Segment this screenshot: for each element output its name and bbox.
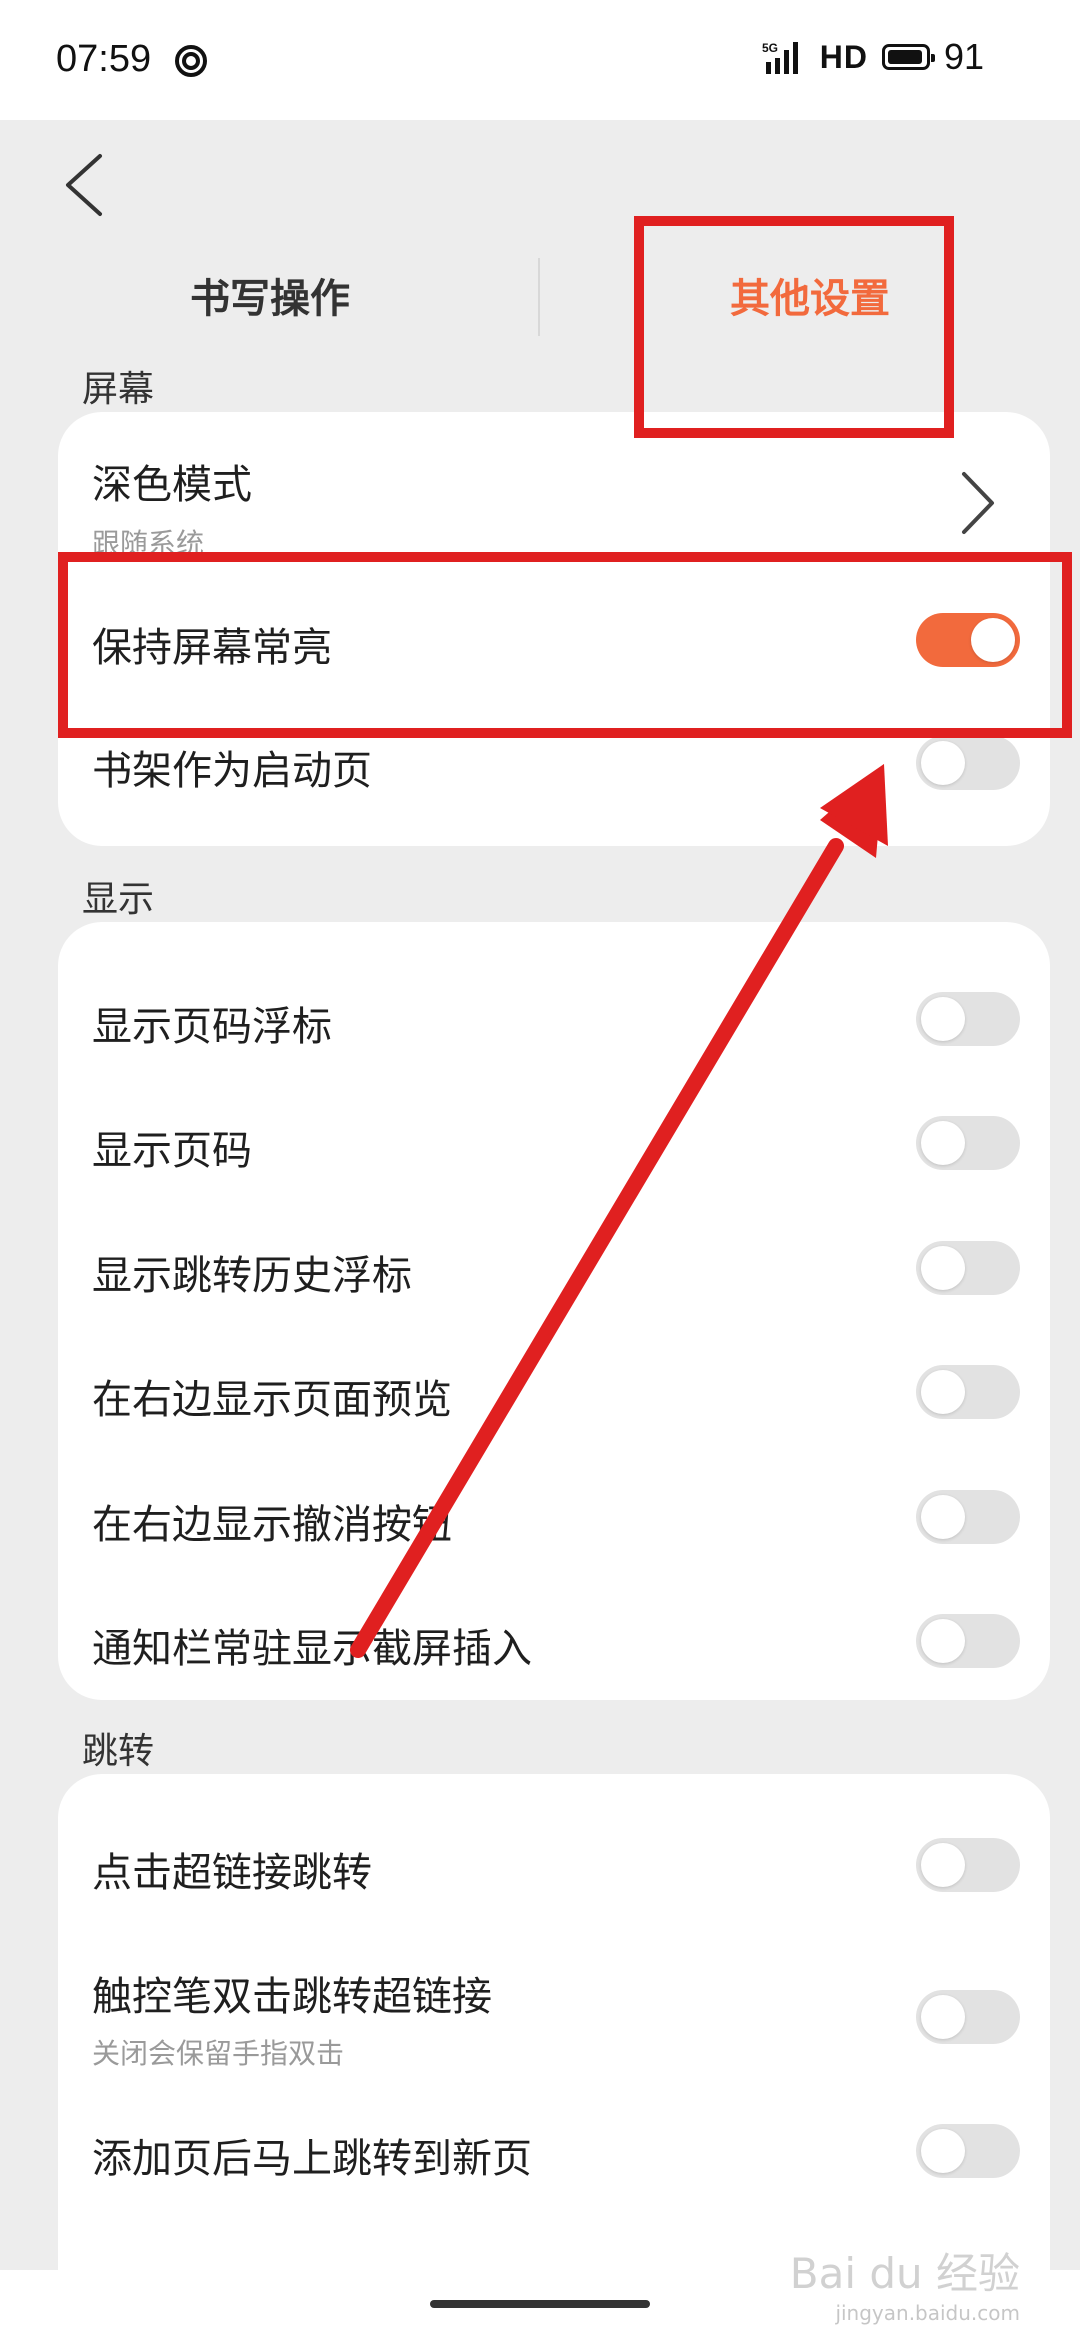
- setting-subtitle: 关闭会保留手指双击: [92, 2037, 345, 2070]
- setting-title: 在右边显示撤消按钮: [92, 1502, 452, 1548]
- toggle-keep-screen-on[interactable]: [916, 613, 1020, 667]
- setting-row-page-number: 显示页码: [58, 1088, 1050, 1198]
- setting-subtitle: 跟随系统: [92, 527, 205, 560]
- setting-row-keep-screen-on: 保持屏幕常亮: [58, 577, 1050, 702]
- setting-row-right-page-preview: 在右边显示页面预览: [58, 1337, 1050, 1447]
- watermark-brand: Bai du 经验: [789, 2249, 1020, 2298]
- battery-icon: [881, 44, 935, 70]
- setting-title: 添加页后马上跳转到新页: [92, 2136, 532, 2182]
- toggle-jump-history-float[interactable]: [916, 1241, 1020, 1295]
- focus-mode-icon: [175, 45, 207, 77]
- setting-row-jump-history-float: 显示跳转历史浮标: [58, 1213, 1050, 1323]
- status-bar: 07:59 5G HD 91: [0, 0, 1080, 120]
- hd-indicator: HD: [819, 38, 868, 75]
- tab-other-settings[interactable]: 其他设置: [730, 266, 890, 324]
- setting-row-jump-to-new-page: 添加页后马上跳转到新页: [58, 2096, 1050, 2206]
- svg-text:5G: 5G: [762, 41, 778, 55]
- settings-card-jump: 点击超链接跳转 触控笔双击跳转超链接 关闭会保留手指双击 添加页后马上跳转到新页: [58, 1774, 1050, 2274]
- chevron-right-icon: [962, 472, 994, 534]
- status-time: 07:59: [56, 38, 152, 80]
- section-label-jump: 跳转: [82, 1731, 155, 1772]
- toggle-right-page-preview[interactable]: [916, 1365, 1020, 1419]
- toggle-click-hyperlink[interactable]: [916, 1838, 1020, 1892]
- battery-level: 91: [943, 36, 984, 77]
- toggle-bookshelf-startup[interactable]: [916, 736, 1020, 790]
- setting-row-stylus-double-tap: 触控笔双击跳转超链接 关闭会保留手指双击: [58, 1934, 1050, 2084]
- setting-title: 触控笔双击跳转超链接: [92, 1974, 492, 2020]
- toggle-jump-to-new-page[interactable]: [916, 2124, 1020, 2178]
- toggle-right-undo-button[interactable]: [916, 1490, 1020, 1544]
- settings-card-screen: 深色模式 跟随系统 保持屏幕常亮 书架作为启动页: [58, 412, 1050, 846]
- setting-row-bookshelf-startup: 书架作为启动页: [58, 702, 1050, 827]
- setting-title: 在右边显示页面预览: [92, 1377, 452, 1423]
- back-arrow-icon[interactable]: [60, 150, 110, 220]
- home-indicator[interactable]: [430, 2300, 650, 2308]
- setting-row-dark-mode[interactable]: 深色模式 跟随系统: [58, 412, 1050, 572]
- toggle-notification-screenshot[interactable]: [916, 1614, 1020, 1668]
- setting-title: 通知栏常驻显示截屏插入: [92, 1626, 532, 1672]
- toggle-stylus-double-tap[interactable]: [916, 1990, 1020, 2044]
- section-label-display: 显示: [82, 879, 155, 920]
- signal-icon: 5G: [762, 41, 798, 74]
- setting-row-click-hyperlink: 点击超链接跳转: [58, 1810, 1050, 1920]
- setting-title: 显示页码浮标: [92, 1004, 332, 1050]
- setting-title: 显示跳转历史浮标: [92, 1253, 412, 1299]
- setting-title: 点击超链接跳转: [92, 1850, 372, 1896]
- watermark-site: jingyan.baidu.com: [835, 2301, 1020, 2325]
- settings-card-display: 显示页码浮标 显示页码 显示跳转历史浮标 在右边显示页面预览 在右边显示撤消按钮…: [58, 922, 1050, 1700]
- toggle-page-number-float[interactable]: [916, 992, 1020, 1046]
- watermark: Bai du 经验 jingyan.baidu.com: [790, 2240, 1020, 2325]
- setting-row-page-number-float: 显示页码浮标: [58, 964, 1050, 1074]
- tab-bar: 书写操作 其他设置: [0, 240, 1080, 350]
- setting-title: 书架作为启动页: [92, 748, 372, 794]
- setting-title: 显示页码: [92, 1128, 252, 1174]
- setting-row-notification-screenshot: 通知栏常驻显示截屏插入: [58, 1586, 1050, 1696]
- toggle-page-number[interactable]: [916, 1116, 1020, 1170]
- tab-divider: [538, 258, 540, 336]
- setting-title: 保持屏幕常亮: [92, 625, 332, 671]
- setting-title: 深色模式: [92, 462, 252, 508]
- tab-writing-operations[interactable]: 书写操作: [190, 266, 350, 324]
- section-label-screen: 屏幕: [82, 369, 155, 410]
- setting-row-right-undo-button: 在右边显示撤消按钮: [58, 1462, 1050, 1572]
